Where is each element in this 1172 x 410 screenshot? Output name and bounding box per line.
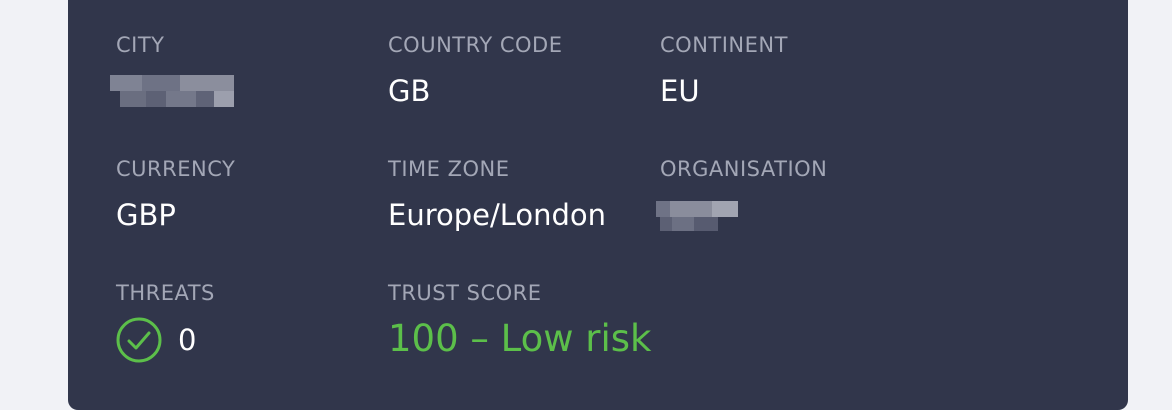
- trust-score-value: 100 – Low risk: [388, 317, 652, 360]
- check-circle-icon: [116, 317, 162, 363]
- time-zone-label: TIME ZONE: [388, 157, 510, 181]
- time-zone-field: TIME ZONE Europe/London: [388, 156, 606, 233]
- ip-info-card: CITY COUNTRY CODE GB CONTINENT EU CURREN…: [68, 0, 1128, 410]
- organisation-value-redacted: [656, 197, 750, 233]
- threats-field: THREATS 0: [116, 280, 215, 363]
- threats-count: 0: [178, 323, 197, 357]
- continent-field: CONTINENT EU: [660, 32, 788, 109]
- organisation-label: ORGANISATION: [660, 157, 828, 181]
- city-value-redacted: [110, 73, 246, 109]
- continent-value: EU: [660, 74, 700, 108]
- time-zone-value: Europe/London: [388, 198, 607, 232]
- country-code-label: COUNTRY CODE: [388, 33, 563, 57]
- continent-label: CONTINENT: [660, 33, 788, 57]
- trust-score-label: TRUST SCORE: [388, 281, 542, 305]
- country-code-value: GB: [388, 74, 431, 108]
- currency-value: GBP: [116, 198, 176, 232]
- currency-field: CURRENCY GBP: [116, 156, 235, 233]
- city-label: CITY: [116, 33, 165, 57]
- trust-score-field: TRUST SCORE 100 – Low risk: [388, 280, 651, 359]
- organisation-field: ORGANISATION: [656, 156, 828, 233]
- country-code-field: COUNTRY CODE GB: [388, 32, 562, 109]
- city-field: CITY: [110, 32, 246, 109]
- threats-label: THREATS: [116, 281, 215, 305]
- currency-label: CURRENCY: [116, 157, 236, 181]
